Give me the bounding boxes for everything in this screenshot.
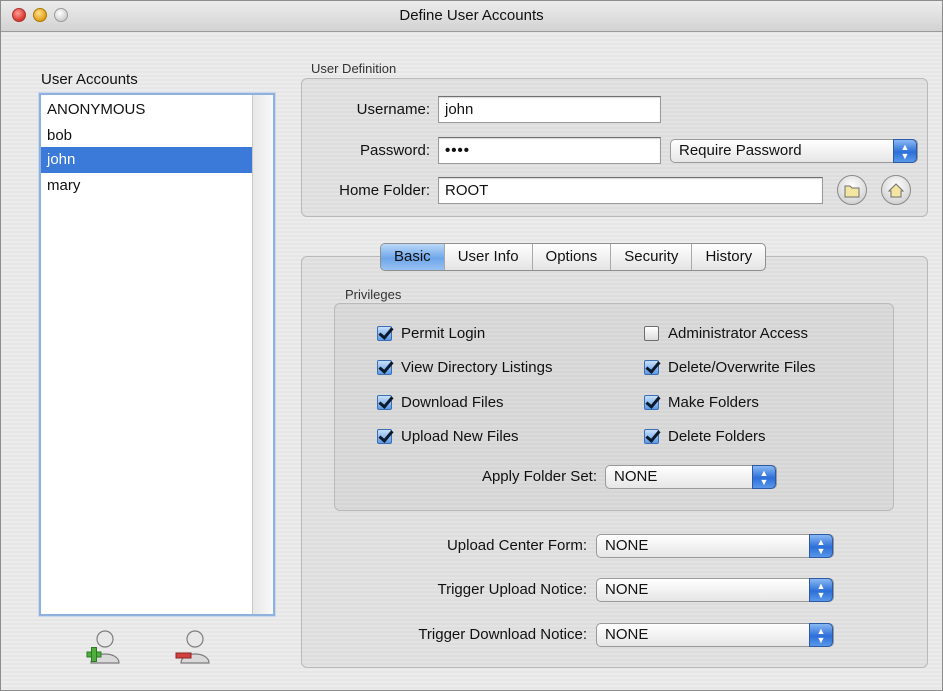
add-user-icon (86, 630, 120, 664)
permit-login-label: Permit Login (401, 325, 486, 342)
chevron-updown-icon: ▲ ▼ (752, 465, 776, 489)
view-directory-listings-checkbox[interactable] (377, 360, 392, 375)
define-user-accounts-window: Define User Accounts User Accounts ANONY… (0, 0, 943, 691)
add-user-button[interactable] (83, 627, 123, 667)
upload-center-form-value: NONE (605, 537, 649, 554)
upload-new-files-label: Upload New Files (401, 428, 519, 445)
user-accounts-list[interactable]: ANONYMOUS bob john mary (39, 93, 275, 616)
browse-folder-button[interactable] (837, 175, 867, 205)
password-field[interactable]: •••• (438, 137, 661, 164)
list-scrollbar[interactable] (252, 95, 273, 614)
trigger-upload-notice-value: NONE (605, 581, 649, 598)
administrator-access-checkbox[interactable] (644, 326, 659, 341)
delete-overwrite-files-checkbox[interactable] (644, 360, 659, 375)
apply-folder-set-value: NONE (614, 468, 658, 485)
trigger-download-notice-value: NONE (605, 626, 649, 643)
privileges-title: Privileges (345, 287, 402, 302)
trigger-download-notice-label: Trigger Download Notice: (418, 626, 587, 643)
tab-history[interactable]: History (692, 244, 765, 270)
upload-center-form-label: Upload Center Form: (446, 537, 587, 554)
chevron-updown-icon: ▲ ▼ (809, 623, 833, 647)
home-icon (887, 183, 905, 198)
list-item[interactable]: john (41, 147, 253, 173)
download-files-checkbox[interactable] (377, 395, 392, 410)
password-label: Password: (359, 142, 430, 159)
permit-login-checkbox[interactable] (377, 326, 392, 341)
tab-options[interactable]: Options (533, 244, 612, 270)
apply-folder-set-label: Apply Folder Set: (481, 468, 597, 485)
trigger-download-notice-select[interactable]: NONE ▲ ▼ (596, 623, 834, 647)
username-label: Username: (356, 101, 430, 118)
list-item[interactable]: mary (41, 173, 253, 199)
remove-user-icon (175, 630, 210, 664)
user-definition-title: User Definition (311, 61, 397, 76)
download-files-label: Download Files (401, 394, 504, 411)
user-accounts-heading: User Accounts (41, 71, 138, 88)
make-folders-checkbox[interactable] (644, 395, 659, 410)
home-folder-label: Home Folder: (339, 182, 430, 199)
delete-folders-checkbox[interactable] (644, 429, 659, 444)
remove-user-button[interactable] (173, 627, 213, 667)
home-folder-field[interactable]: ROOT (438, 177, 823, 204)
administrator-access-label: Administrator Access (668, 325, 809, 342)
title-bar[interactable]: Define User Accounts (1, 1, 942, 32)
tab-basic[interactable]: Basic (381, 244, 445, 270)
list-item[interactable]: ANONYMOUS (41, 97, 253, 123)
view-directory-listings-label: View Directory Listings (401, 359, 553, 376)
home-folder-button[interactable] (881, 175, 911, 205)
trigger-upload-notice-label: Trigger Upload Notice: (437, 581, 587, 598)
window-title: Define User Accounts (399, 7, 544, 24)
password-mode-value: Require Password (679, 142, 802, 159)
apply-folder-set-select[interactable]: NONE ▲ ▼ (605, 465, 777, 489)
delete-folders-label: Delete Folders (668, 428, 766, 445)
tab-security[interactable]: Security (611, 244, 693, 270)
upload-center-form-select[interactable]: NONE ▲ ▼ (596, 534, 834, 558)
password-mode-select[interactable]: Require Password ▲ ▼ (670, 139, 918, 163)
tab-bar: Basic User Info Options Security History (380, 243, 767, 271)
chevron-updown-icon: ▲ ▼ (893, 139, 917, 163)
chevron-updown-icon: ▲ ▼ (809, 534, 833, 558)
delete-overwrite-files-label: Delete/Overwrite Files (668, 359, 816, 376)
folder-icon (844, 185, 860, 198)
make-folders-label: Make Folders (668, 394, 759, 411)
username-field[interactable]: john (438, 96, 661, 123)
chevron-updown-icon: ▲ ▼ (809, 578, 833, 602)
list-item[interactable]: bob (41, 123, 253, 149)
upload-new-files-checkbox[interactable] (377, 429, 392, 444)
tab-user-info[interactable]: User Info (445, 244, 533, 270)
trigger-upload-notice-select[interactable]: NONE ▲ ▼ (596, 578, 834, 602)
